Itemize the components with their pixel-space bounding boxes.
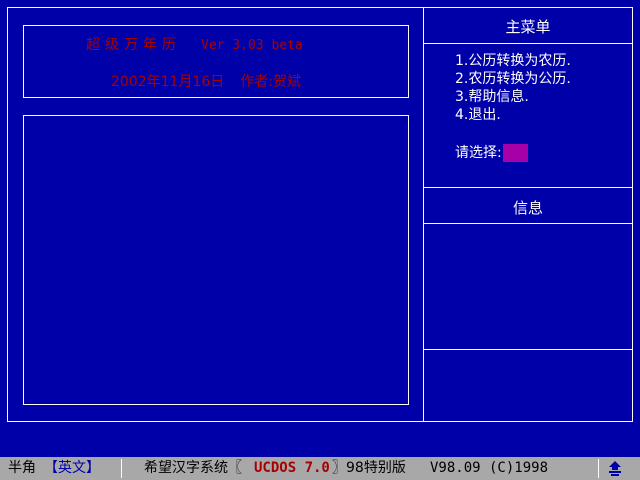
- selection-prompt: 请选择:: [455, 144, 528, 162]
- menu-item-label: 农历转换为公历.: [468, 71, 571, 87]
- info-panel-content: [424, 224, 632, 349]
- edition-label: 〗98特别版: [332, 460, 406, 476]
- selection-input[interactable]: [502, 144, 528, 162]
- input-mode[interactable]: 【英文】: [44, 457, 100, 480]
- menu-item-label: 帮助信息.: [468, 89, 529, 105]
- menu-item-number: 3.: [455, 89, 469, 105]
- menu-item-number: 4.: [455, 107, 469, 123]
- menu-item-number: 1.: [455, 53, 469, 69]
- outer-border-top: [7, 7, 633, 8]
- app-version: Ver 3.03 beta: [201, 38, 303, 53]
- main-menu-header: 主菜单: [505, 18, 551, 36]
- menu-item-number: 2.: [455, 71, 469, 87]
- selection-prompt-label: 请选择:: [455, 145, 502, 161]
- release-date: 2002年11月16日: [111, 74, 225, 90]
- title-subline: 2002年11月16日 作者:贺斌: [111, 71, 301, 91]
- ucdos-status-bar: 半角 【英文】 希望汉字系统〖 UCDOS 7.0 〗98特别版 V98.09 …: [0, 457, 640, 480]
- menu-header-divider: [423, 43, 633, 44]
- menu-item-lunar-to-solar[interactable]: 2.农历转换为公历.: [455, 70, 571, 88]
- status-separator: [121, 459, 122, 478]
- title-line: 超级万年历 Ver 3.03 beta: [86, 34, 303, 54]
- main-work-area: [23, 115, 409, 405]
- info-panel-header: 信息: [512, 199, 543, 217]
- menu-item-label: 公历转换为农历.: [468, 53, 571, 69]
- version-label: V98.09 (C)1998: [430, 460, 549, 476]
- system-name: 希望汉字系统〖: [144, 460, 242, 476]
- menu-item-exit[interactable]: 4.退出.: [455, 106, 571, 124]
- author-credit: 作者:贺斌: [240, 74, 301, 90]
- outer-border-left: [7, 7, 8, 422]
- menu-item-help[interactable]: 3.帮助信息.: [455, 88, 571, 106]
- main-menu-list: 1.公历转换为农历. 2.农历转换为公历. 3.帮助信息. 4.退出.: [455, 52, 571, 124]
- status-separator: [598, 459, 599, 478]
- info-bottom-divider: [423, 349, 633, 350]
- dos-screen: 超级万年历 Ver 3.03 beta 2002年11月16日 作者:贺斌 主菜单 …: [0, 0, 640, 480]
- menu-bottom-divider: [423, 187, 633, 188]
- ucdos-logo-icon: [609, 461, 621, 476]
- app-title: 超级万年历: [86, 37, 181, 53]
- menu-item-label: 退出.: [468, 107, 501, 123]
- menu-item-solar-to-lunar[interactable]: 1.公历转换为农历.: [455, 52, 571, 70]
- width-mode[interactable]: 半角: [8, 457, 36, 480]
- outer-border-right: [632, 7, 633, 422]
- ucdos-label: UCDOS 7.0: [254, 460, 330, 476]
- outer-border-bottom: [7, 421, 633, 422]
- bottom-blank-area: [0, 423, 640, 457]
